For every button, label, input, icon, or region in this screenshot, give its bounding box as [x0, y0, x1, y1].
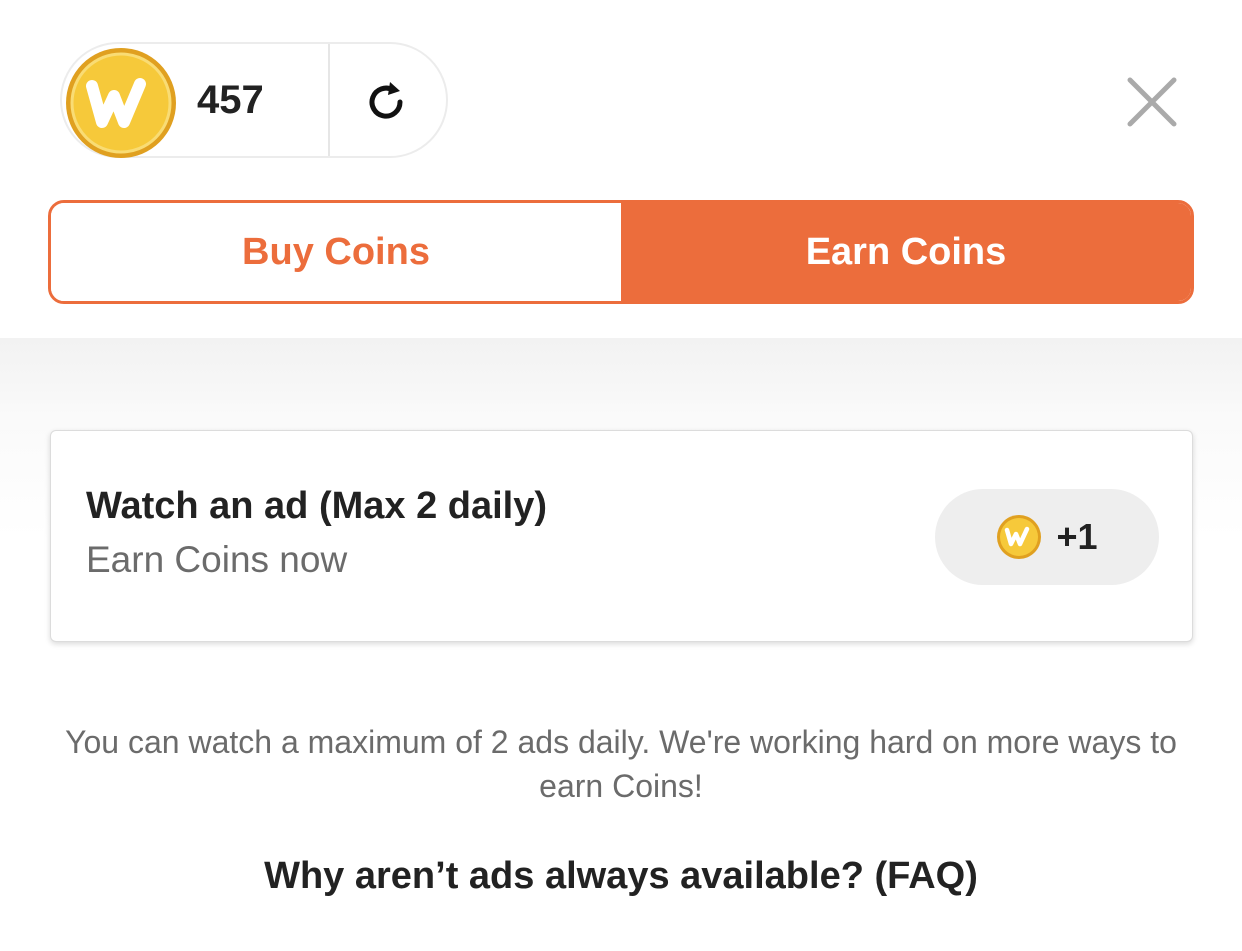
info-text: You can watch a maximum of 2 ads daily. …: [65, 724, 1177, 804]
divider: [328, 44, 330, 156]
card-title: Watch an ad (Max 2 daily): [86, 485, 548, 527]
coin-count: 457: [197, 78, 264, 122]
reward-amount: +1: [1056, 516, 1098, 557]
tab-earn-coins[interactable]: Earn Coins: [621, 203, 1191, 301]
watch-ad-button[interactable]: +1: [935, 489, 1159, 585]
faq-link[interactable]: Why aren’t ads always available? (FAQ): [0, 855, 1242, 898]
coin-icon: [997, 515, 1042, 559]
card-subtitle: Earn Coins now: [86, 539, 348, 580]
refresh-icon[interactable]: [362, 78, 410, 126]
coin-icon: [66, 48, 176, 158]
tab-buy-coins[interactable]: Buy Coins: [51, 203, 621, 301]
watch-ad-card: Watch an ad (Max 2 daily) Earn Coins now…: [50, 430, 1193, 642]
close-icon[interactable]: [1126, 76, 1178, 128]
coin-tabs: Buy Coins Earn Coins: [48, 200, 1194, 304]
coin-balance-pill: 457: [60, 42, 448, 158]
